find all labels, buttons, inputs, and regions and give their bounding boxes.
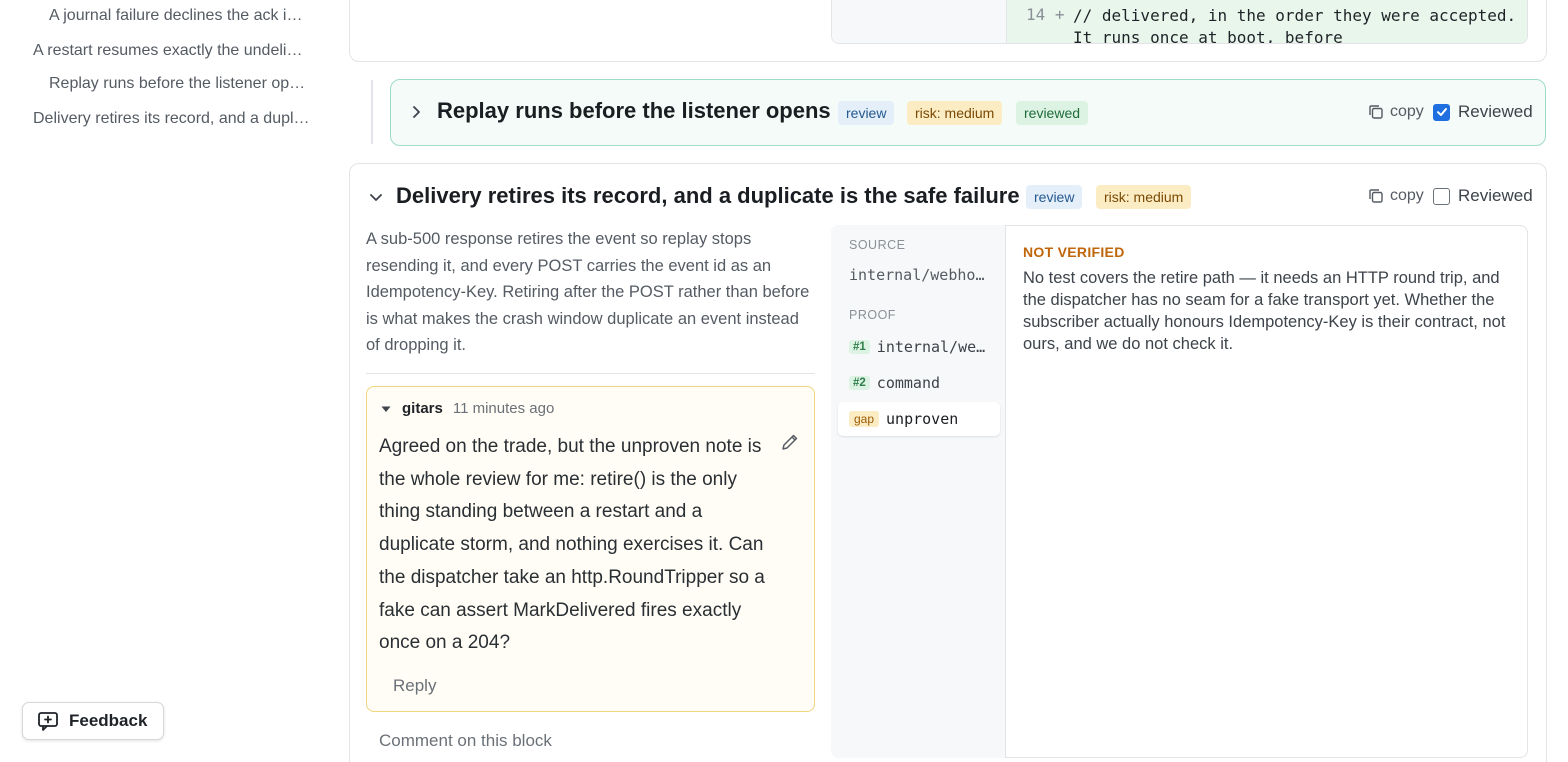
reviewed-label: Reviewed [1458,186,1533,205]
copy-label: copy [1390,103,1424,120]
proof-label: internal/webhook [876,338,987,356]
divider [366,373,815,374]
comment-author: gitars [402,400,443,417]
checkbox-icon[interactable] [1433,103,1450,121]
badge-reviewed: reviewed [1016,101,1089,125]
comment-body: Agreed on the trade, but the unproven no… [379,436,765,654]
badge-review: review [838,101,895,125]
badge-risk: risk: medium [1096,185,1192,209]
copy-button[interactable]: copy [1368,103,1424,121]
proof-heading: PROOF [849,308,896,322]
source-path[interactable]: internal/webhook [849,266,989,284]
diff-line-number: 14 + [1026,5,1065,24]
reply-button[interactable]: Reply [393,676,436,696]
block-title: Delivery retires its record, and a dupli… [396,183,1020,208]
proof-nav [831,225,1006,758]
copy-button[interactable]: copy [1368,187,1424,205]
feedback-label: Feedback [69,711,148,730]
verification-detail: No test covers the retire path — it need… [1023,269,1506,353]
chevron-right-icon[interactable] [409,105,423,119]
proof-tag: #1 [849,340,870,354]
proof-tag: #2 [849,376,870,390]
badge-risk: risk: medium [907,101,1003,125]
caret-down-icon[interactable] [380,403,392,415]
chevron-down-icon[interactable] [369,190,383,204]
block-title: Replay runs before the listener opens [437,98,831,123]
sidebar: A journal failure declines the ack i… A … [0,0,330,762]
verification-status: NOT VERIFIED [1023,244,1125,260]
pencil-icon[interactable] [780,432,800,452]
checkbox-icon[interactable] [1433,187,1450,205]
feedback-button[interactable]: Feedback [22,702,164,740]
comment-on-block-button[interactable]: Comment on this block [379,731,552,751]
badge-review: review [1026,185,1083,209]
toc-item-delivery-retires[interactable]: Delivery retires its record, and a dupl… [33,110,315,128]
diff-code: // delivered, in the order they were acc… [1073,6,1526,44]
thread-rail [371,80,373,144]
copy-icon [1369,189,1383,203]
proof-label: unproven [886,410,959,428]
proof-item-1[interactable]: #1 internal/webhook [838,330,1000,364]
diff-line-overlay: 14 + // delivered, in the order they wer… [831,0,1528,44]
toc-item-replay-runs[interactable]: Replay runs before the listener op… [49,75,313,93]
copy-label: copy [1390,187,1424,204]
feedback-icon [38,712,58,731]
gap-tag: gap [849,411,880,427]
proof-item-2[interactable]: #2 command [838,366,1000,400]
source-heading: SOURCE [849,238,906,252]
proof-item-gap[interactable]: gap unproven [838,402,1000,436]
reviewed-toggle[interactable]: Reviewed [1433,102,1533,122]
toc-item-restart-resumes[interactable]: A restart resumes exactly the undeli… [33,42,313,60]
toc-item-journal-failure[interactable]: A journal failure declines the ack i… [49,7,313,25]
block-description: A sub-500 response retires the event so … [366,230,810,354]
comment-header: gitars 11 minutes ago [380,400,554,417]
comment-timestamp: 11 minutes ago [452,400,555,417]
proof-label: command [876,374,941,392]
reviewed-toggle[interactable]: Reviewed [1433,186,1533,206]
copy-icon [1369,105,1383,119]
reviewed-label: Reviewed [1458,102,1533,121]
